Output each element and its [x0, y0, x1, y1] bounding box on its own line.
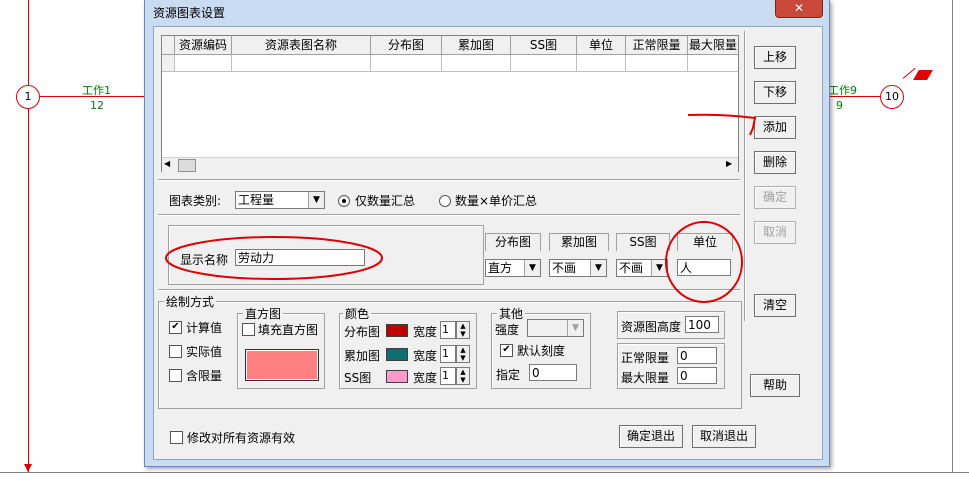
annotation-overlay — [165, 113, 757, 303]
annotation-circle-display-name — [165, 236, 383, 280]
annotation-arrow — [687, 113, 757, 136]
annotation-circle-unit — [665, 221, 743, 303]
